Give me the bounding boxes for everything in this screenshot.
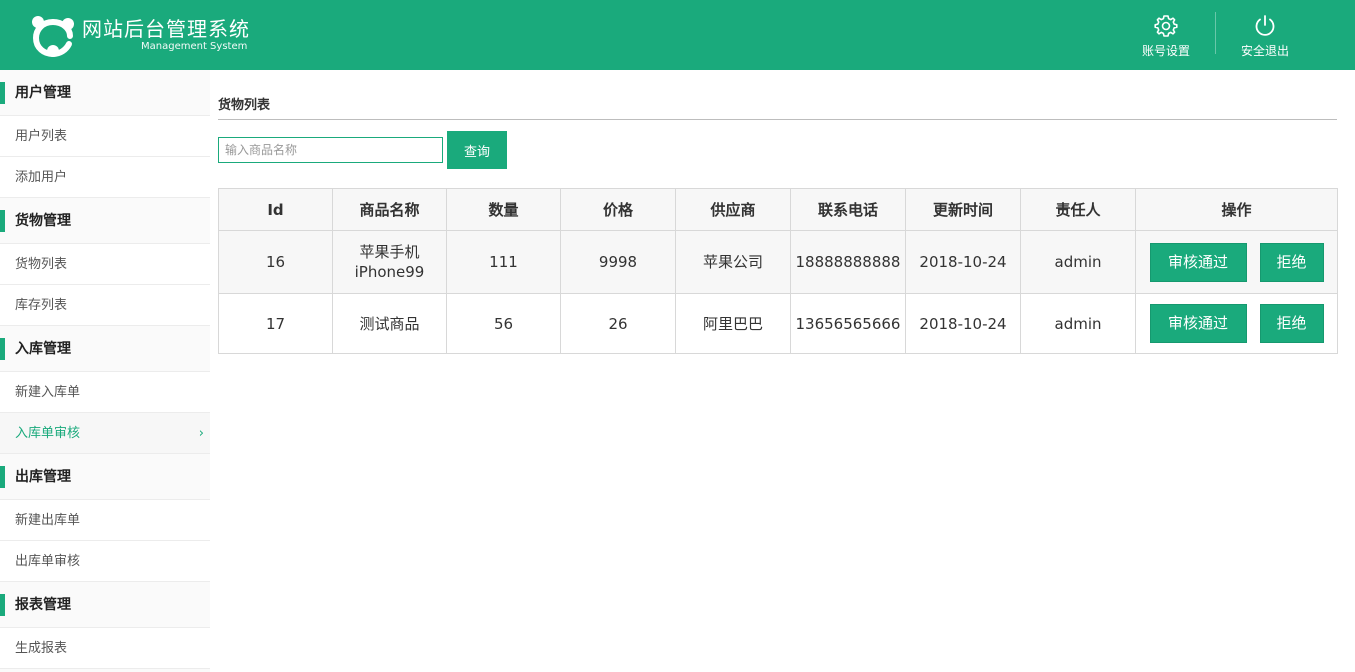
sidebar-group-goods[interactable]: 货物管理 — [0, 198, 210, 244]
cell-id: 16 — [218, 230, 333, 294]
cell-phone: 18888888888 — [790, 230, 906, 294]
sidebar-item-stock-list[interactable]: 库存列表 — [0, 285, 210, 326]
logout-label: 安全退出 — [1240, 44, 1289, 58]
cell-id: 17 — [218, 293, 333, 354]
cell-price: 26 — [560, 293, 676, 354]
col-header-phone: 联系电话 — [790, 188, 906, 231]
cell-quantity: 56 — [446, 293, 561, 354]
cell-name: 苹果手机 iPhone99 — [332, 230, 447, 294]
sidebar-item-add-user[interactable]: 添加用户 — [0, 157, 210, 198]
header-divider — [1215, 12, 1216, 54]
logout-button[interactable]: 安全退出 — [1230, 14, 1300, 58]
goods-table: Id 商品名称 数量 价格 供应商 联系电话 更新时间 责任人 操作 16 苹果… — [218, 188, 1338, 354]
sidebar-group-inbound[interactable]: 入库管理 — [0, 326, 210, 372]
col-header-supplier: 供应商 — [675, 188, 791, 231]
sidebar-item-outbound-review[interactable]: 出库单审核 — [0, 541, 210, 582]
col-header-price: 价格 — [560, 188, 676, 231]
search-input[interactable] — [218, 137, 443, 163]
approve-button[interactable]: 审核通过 — [1149, 242, 1247, 282]
reject-button[interactable]: 拒绝 — [1259, 304, 1324, 343]
cell-name-line: 测试商品 — [359, 314, 420, 333]
logo-icon — [32, 16, 74, 58]
cell-name: 测试商品 — [332, 293, 447, 354]
cell-owner: admin — [1020, 293, 1136, 354]
gear-icon — [1154, 15, 1178, 37]
sidebar-group-report[interactable]: 报表管理 — [0, 582, 210, 628]
account-settings-label: 账号设置 — [1141, 44, 1190, 58]
cell-name-line: 苹果手机 — [359, 243, 420, 261]
cell-quantity: 111 — [446, 230, 561, 294]
brand: 网站后台管理系统 Management System — [82, 17, 250, 52]
col-header-quantity: 数量 — [446, 188, 561, 231]
chevron-right-icon: › — [198, 426, 204, 441]
cell-name-line: iPhone99 — [354, 263, 425, 281]
table-row: 17 测试商品 56 26 阿里巴巴 13656565666 2018-10-2… — [218, 293, 1338, 354]
sidebar-item-new-inbound[interactable]: 新建入库单 — [0, 372, 210, 413]
power-icon — [1255, 15, 1275, 36]
cell-supplier: 阿里巴巴 — [675, 293, 791, 354]
cell-phone: 13656565666 — [790, 293, 906, 354]
sidebar-group-user[interactable]: 用户管理 — [0, 70, 210, 116]
page-title: 货物列表 — [218, 98, 271, 113]
sidebar-item-user-list[interactable]: 用户列表 — [0, 116, 210, 157]
title-divider — [218, 119, 1337, 120]
cell-actions: 审核通过 拒绝 — [1135, 293, 1338, 354]
account-settings-button[interactable]: 账号设置 — [1131, 14, 1201, 58]
sidebar-item-new-outbound[interactable]: 新建出库单 — [0, 500, 210, 541]
col-header-updated: 更新时间 — [905, 188, 1021, 231]
reject-button[interactable]: 拒绝 — [1259, 242, 1324, 282]
search-button[interactable]: 查询 — [447, 131, 507, 169]
sidebar-item-goods-list[interactable]: 货物列表 — [0, 244, 210, 285]
approve-button[interactable]: 审核通过 — [1149, 304, 1247, 343]
cell-price: 9998 — [560, 230, 676, 294]
col-header-owner: 责任人 — [1020, 188, 1136, 231]
sidebar-item-label: 入库单审核 — [15, 426, 81, 441]
table-header-row: Id 商品名称 数量 价格 供应商 联系电话 更新时间 责任人 操作 — [218, 188, 1338, 231]
sidebar-item-inbound-review[interactable]: 入库单审核 › — [0, 413, 210, 454]
table-row: 16 苹果手机 iPhone99 111 9998 苹果公司 188888888… — [218, 230, 1338, 294]
sidebar-group-outbound[interactable]: 出库管理 — [0, 454, 210, 500]
col-header-name: 商品名称 — [332, 188, 447, 231]
cell-owner: admin — [1020, 230, 1136, 294]
app-title: 网站后台管理系统 — [82, 17, 250, 41]
col-header-id: Id — [218, 188, 333, 231]
cell-updated: 2018-10-24 — [905, 230, 1021, 294]
cell-actions: 审核通过 拒绝 — [1135, 230, 1338, 294]
sidebar-item-generate-report[interactable]: 生成报表 — [0, 628, 210, 669]
sidebar: 用户管理 用户列表 添加用户 货物管理 货物列表 库存列表 入库管理 新建入库单… — [0, 70, 210, 672]
cell-updated: 2018-10-24 — [905, 293, 1021, 354]
col-header-actions: 操作 — [1135, 188, 1338, 231]
app-subtitle: Management System — [141, 41, 248, 52]
top-header: 网站后台管理系统 Management System 账号设置 安全退出 — [0, 0, 1355, 70]
cell-supplier: 苹果公司 — [675, 230, 791, 294]
